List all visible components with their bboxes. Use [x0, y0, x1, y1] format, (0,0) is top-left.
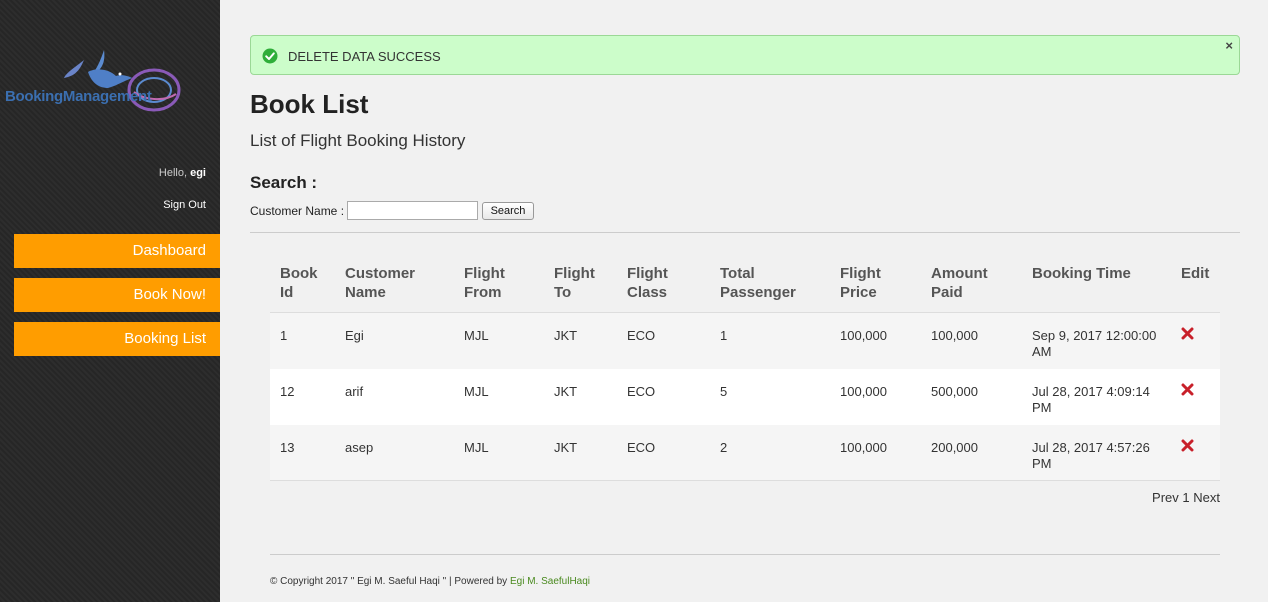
check-circle-icon — [262, 48, 278, 64]
cell-amount-paid: 500,000 — [921, 368, 1022, 425]
author-link[interactable]: Egi M. SaefulHaqi — [510, 576, 590, 587]
header-line: Flight — [840, 265, 881, 282]
cell-flight-price: 100,000 — [830, 312, 921, 369]
cell-flight-to: JKT — [544, 312, 617, 369]
header-edit: Edit — [1171, 255, 1220, 313]
user-name: egi — [190, 167, 206, 179]
cell-amount-paid: 100,000 — [921, 312, 1022, 369]
cell-flight-class: ECO — [617, 368, 710, 425]
header-line: Book — [280, 265, 318, 282]
header-line: Booking Time — [1032, 265, 1131, 282]
divider — [250, 232, 1240, 233]
header-line: Price — [840, 284, 877, 301]
footer-divider — [270, 554, 1220, 555]
greeting-prefix: Hello, — [158, 167, 191, 179]
search-heading: Search : — [250, 173, 318, 192]
prev-link[interactable]: Prev — [1152, 490, 1179, 505]
cell-customer-name: Egi — [335, 312, 454, 369]
cell-amount-paid: 200,000 — [921, 424, 1022, 481]
header-line: Total — [720, 265, 755, 282]
header-line: Flight — [627, 265, 668, 282]
header-total-passenger: Total Passenger — [710, 255, 830, 313]
header-line: Passenger — [720, 284, 796, 301]
header-line: Edit — [1181, 265, 1210, 282]
cell-flight-to: JKT — [544, 368, 617, 425]
table-row: 12 arif MJL JKT ECO 5 100,000 500,000 Ju… — [270, 368, 1220, 425]
next-link[interactable]: Next — [1193, 490, 1220, 505]
app-logo[interactable]: BookingManagement — [4, 48, 184, 118]
close-icon[interactable]: × — [1225, 38, 1233, 53]
sign-out-link[interactable]: Sign Out — [163, 199, 206, 211]
customer-name-label: Customer Name : — [250, 204, 345, 218]
greeting: Hello, egi — [159, 167, 206, 179]
header-line: Amount — [931, 265, 988, 282]
success-alert: DELETE DATA SUCCESS × — [250, 35, 1240, 75]
header-flight-to: Flight To — [544, 255, 617, 313]
pagination: Prev 1 Next — [1152, 490, 1220, 505]
customer-name-input[interactable] — [347, 201, 478, 220]
cell-booking-time: Sep 9, 2017 12:00:00 AM — [1022, 312, 1171, 369]
cell-edit — [1171, 424, 1220, 481]
header-line: Customer — [345, 265, 416, 282]
header-amount-paid: Amount Paid — [921, 255, 1022, 313]
copyright-text: © Copyright 2017 " Egi M. Saeful Haqi " … — [270, 576, 510, 587]
header-line: To — [554, 284, 572, 301]
cell-booking-time: Jul 28, 2017 4:09:14 PM — [1022, 368, 1171, 425]
header-book-id: Book Id — [270, 255, 335, 313]
cell-customer-name: arif — [335, 368, 454, 425]
cell-flight-class: ECO — [617, 424, 710, 481]
footer: © Copyright 2017 " Egi M. Saeful Haqi " … — [270, 576, 590, 587]
header-line: Id — [280, 284, 294, 301]
header-flight-class: Flight Class — [617, 255, 710, 313]
header-line: Class — [627, 284, 668, 301]
cell-total-passenger: 5 — [710, 368, 830, 425]
header-line: Flight — [554, 265, 595, 282]
nav-book-now-button[interactable]: Book Now! — [14, 278, 220, 312]
cell-book-id: 12 — [270, 368, 335, 425]
sidebar: BookingManagement Hello, egi Sign Out Da… — [0, 0, 220, 602]
header-line: Name — [345, 284, 386, 301]
cell-flight-price: 100,000 — [830, 368, 921, 425]
header-flight-price: Flight Price — [830, 255, 921, 313]
logo-text: BookingManagement — [5, 88, 152, 105]
header-line: Flight — [464, 265, 505, 282]
nav-dashboard-button[interactable]: Dashboard — [14, 234, 220, 268]
delete-icon[interactable] — [1181, 327, 1194, 340]
cell-edit — [1171, 312, 1220, 369]
cell-book-id: 13 — [270, 424, 335, 481]
nav-booking-list-button[interactable]: Booking List — [14, 322, 220, 356]
cell-flight-to: JKT — [544, 424, 617, 481]
cell-flight-class: ECO — [617, 312, 710, 369]
cell-total-passenger: 1 — [710, 312, 830, 369]
table-row: 1 Egi MJL JKT ECO 1 100,000 100,000 Sep … — [270, 312, 1220, 369]
page-subtitle: List of Flight Booking History — [250, 131, 466, 150]
cell-total-passenger: 2 — [710, 424, 830, 481]
search-button[interactable]: Search — [482, 202, 534, 220]
header-line: Paid — [931, 284, 963, 301]
cell-booking-time: Jul 28, 2017 4:57:26 PM — [1022, 424, 1171, 481]
header-booking-time: Booking Time — [1022, 255, 1171, 313]
cell-flight-from: MJL — [454, 368, 544, 425]
delete-icon[interactable] — [1181, 439, 1194, 452]
header-customer-name: Customer Name — [335, 255, 454, 313]
page-title: Book List — [250, 89, 369, 119]
cell-edit — [1171, 368, 1220, 425]
cell-flight-price: 100,000 — [830, 424, 921, 481]
cell-flight-from: MJL — [454, 424, 544, 481]
page-number-link[interactable]: 1 — [1182, 490, 1189, 505]
cell-flight-from: MJL — [454, 312, 544, 369]
bird-logo-icon — [64, 50, 181, 112]
header-flight-from: Flight From — [454, 255, 544, 313]
cell-customer-name: asep — [335, 424, 454, 481]
cell-book-id: 1 — [270, 312, 335, 369]
table-header-row: Book Id Customer Name Flight From Flight To … — [270, 255, 1220, 313]
header-line: From — [464, 284, 502, 301]
delete-icon[interactable] — [1181, 383, 1194, 396]
table-row: 13 asep MJL JKT ECO 2 100,000 200,000 Ju… — [270, 424, 1220, 481]
alert-message: DELETE DATA SUCCESS — [288, 49, 441, 64]
booking-table: Book Id Customer Name Flight From Flight To … — [270, 255, 1220, 481]
